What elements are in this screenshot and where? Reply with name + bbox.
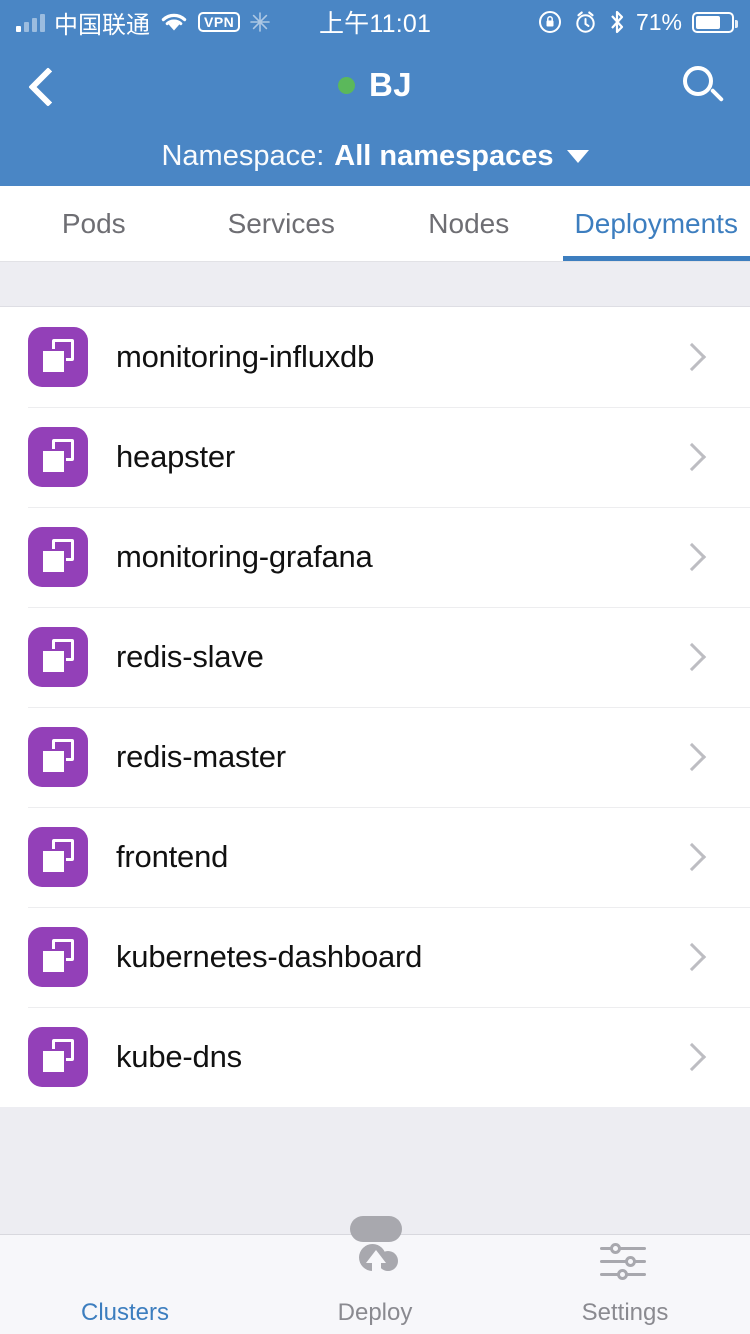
chevron-right-icon xyxy=(682,346,704,368)
namespace-selector[interactable]: Namespace: All namespaces xyxy=(0,126,750,186)
list-item[interactable]: redis-slave xyxy=(0,607,750,707)
chevron-down-icon xyxy=(566,149,589,163)
cloud-upload-icon xyxy=(350,1216,402,1292)
status-bar-right: 71% xyxy=(537,8,738,36)
carrier-name: 中国联通 xyxy=(54,11,150,39)
layered-squares-icon xyxy=(28,527,88,587)
bottom-nav-settings[interactable]: Settings xyxy=(500,1235,750,1334)
app-screen: 中国联通 VPN 上午11:01 71% BJ Namespace: All n… xyxy=(0,0,750,1334)
layered-squares-icon xyxy=(28,1027,88,1087)
rotation-lock-icon xyxy=(538,11,561,33)
wifi-icon xyxy=(161,13,187,31)
target-circles-icon xyxy=(100,1242,150,1292)
chevron-right-icon xyxy=(682,946,704,968)
bottom-nav-clusters-label: Clusters xyxy=(80,1299,170,1326)
tab-deployments[interactable]: Deployments xyxy=(562,186,750,261)
chevron-right-icon xyxy=(682,646,704,668)
sync-icon xyxy=(250,12,271,32)
page-title: BJ xyxy=(369,66,412,103)
layered-squares-icon xyxy=(28,827,88,887)
list-item[interactable]: frontend xyxy=(0,807,750,907)
deployments-list-area: monitoring-influxdb heapster monitoring-gr… xyxy=(0,307,750,1234)
list-item[interactable]: redis-master xyxy=(0,707,750,807)
list-item-label: redis-master xyxy=(116,739,286,774)
list-item[interactable]: kubernetes-dashboard xyxy=(0,907,750,1007)
list-item-label: kube-dns xyxy=(116,1039,242,1074)
layered-squares-icon xyxy=(28,427,88,487)
list-item-label: redis-slave xyxy=(116,639,264,674)
navigation-top-row: BJ xyxy=(0,44,750,126)
list-item[interactable]: monitoring-influxdb xyxy=(0,307,750,407)
deployments-list: monitoring-influxdb heapster monitoring-gr… xyxy=(0,307,750,1107)
bottom-nav-deploy[interactable]: Deploy xyxy=(250,1216,500,1334)
status-bar-left: 中国联通 VPN xyxy=(16,5,271,40)
list-item[interactable]: heapster xyxy=(0,407,750,507)
section-header-band xyxy=(0,262,750,307)
search-icon xyxy=(682,65,725,105)
resource-tab-bar: Pods Services Nodes Deployments xyxy=(0,186,750,262)
list-item-label: kubernetes-dashboard xyxy=(116,939,423,974)
tab-nodes[interactable]: Nodes xyxy=(375,186,563,261)
bluetooth-icon xyxy=(611,10,624,34)
chevron-right-icon xyxy=(682,1046,704,1068)
navigation-header: BJ Namespace: All namespaces xyxy=(0,44,750,186)
namespace-label: Namespace: xyxy=(161,139,325,172)
list-item[interactable]: monitoring-grafana xyxy=(0,507,750,607)
tab-services[interactable]: Services xyxy=(188,186,376,261)
layered-squares-icon xyxy=(28,927,88,987)
tab-nodes-label: Nodes xyxy=(428,207,510,239)
search-button[interactable] xyxy=(654,44,750,126)
namespace-value: All namespaces xyxy=(334,139,554,172)
bottom-nav-deploy-label: Deploy xyxy=(337,1299,413,1326)
tab-pods-label: Pods xyxy=(61,207,126,239)
bottom-nav-clusters[interactable]: Clusters xyxy=(0,1235,250,1334)
layered-squares-icon xyxy=(28,327,88,387)
list-item-label: heapster xyxy=(116,439,236,474)
tab-pods[interactable]: Pods xyxy=(0,186,188,261)
list-item[interactable]: kube-dns xyxy=(0,1007,750,1107)
chevron-right-icon xyxy=(682,446,704,468)
chevron-right-icon xyxy=(682,846,704,868)
list-item-label: monitoring-grafana xyxy=(116,539,373,574)
cluster-status-dot xyxy=(338,76,355,94)
list-item-label: monitoring-influxdb xyxy=(116,339,375,374)
vpn-indicator: VPN xyxy=(198,12,241,32)
list-item-label: frontend xyxy=(116,839,229,874)
bottom-navigation-bar: Clusters Deploy Settings xyxy=(0,1216,750,1334)
battery-percent-label: 71% xyxy=(635,8,682,35)
bottom-nav-settings-label: Settings xyxy=(581,1299,669,1326)
sliders-icon xyxy=(600,1242,650,1292)
alarm-clock-icon xyxy=(576,11,595,33)
chevron-right-icon xyxy=(682,746,704,768)
layered-squares-icon xyxy=(28,627,88,687)
status-bar: 中国联通 VPN 上午11:01 71% xyxy=(0,0,750,44)
chevron-right-icon xyxy=(682,546,704,568)
layered-squares-icon xyxy=(28,727,88,787)
signal-strength-icon xyxy=(16,12,45,32)
tab-services-label: Services xyxy=(227,207,335,239)
battery-icon xyxy=(692,11,738,33)
tab-deployments-label: Deployments xyxy=(574,207,738,239)
cluster-title-group: BJ xyxy=(0,44,750,126)
